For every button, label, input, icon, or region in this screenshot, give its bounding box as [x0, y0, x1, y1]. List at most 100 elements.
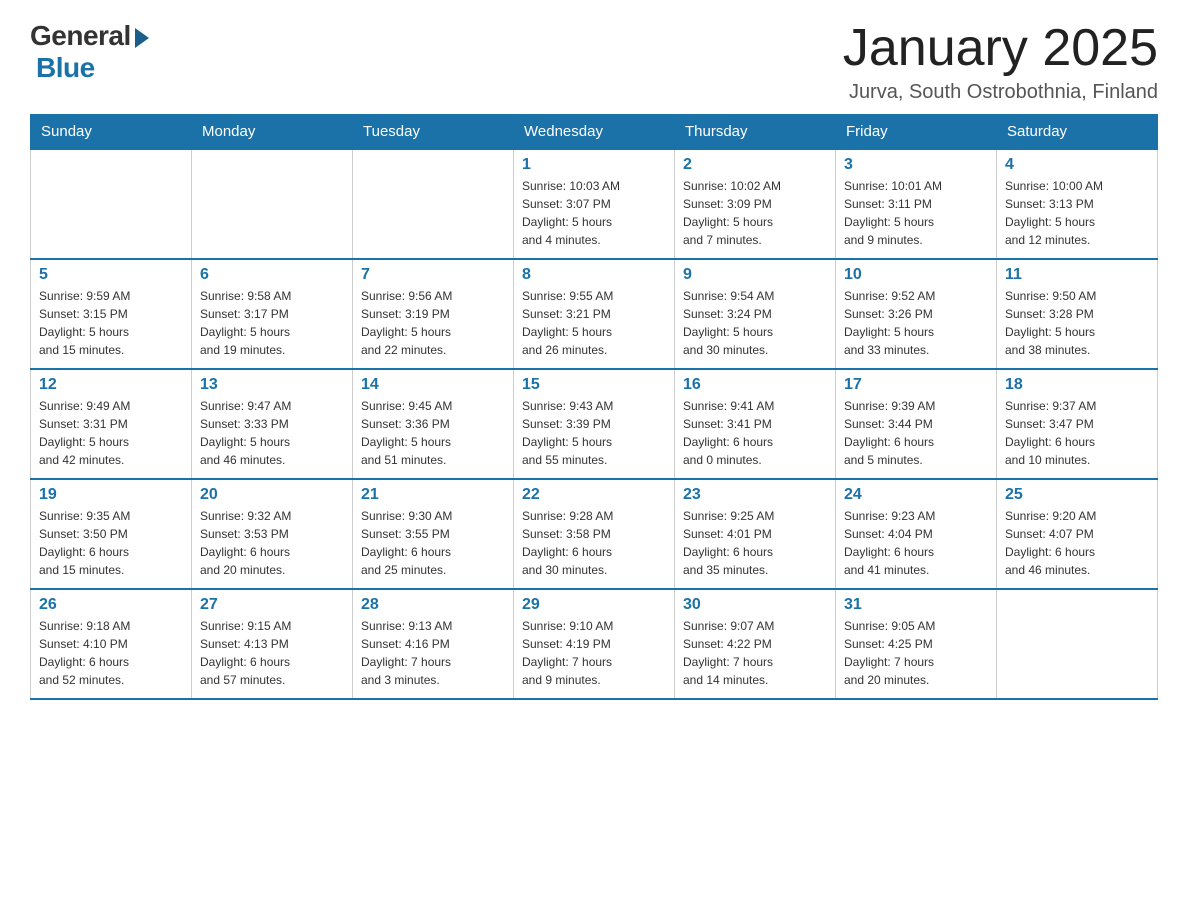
logo: General Blue — [30, 20, 149, 84]
table-row: 22 Sunrise: 9:28 AMSunset: 3:58 PMDayligh… — [514, 479, 675, 589]
calendar-table: Sunday Monday Tuesday Wednesday Thursday… — [30, 114, 1158, 700]
table-row: 16Sunrise: 9:41 AMSunset: 3:41 PMDayligh… — [675, 369, 836, 479]
day-info: Sunrise: 9:41 AMSunset: 3:41 PMDaylight:… — [683, 397, 827, 469]
table-row: 29 Sunrise: 9:10 AMSunset: 4:19 PMDayligh… — [514, 589, 675, 699]
calendar-week-1: 1Sunrise: 10:03 AMSunset: 3:07 PMDayligh… — [31, 149, 1158, 259]
day-info: Sunrise: 9:05 AMSunset: 4:25 PMDaylight:… — [844, 617, 988, 689]
col-saturday: Saturday — [997, 115, 1158, 150]
col-sunday: Sunday — [31, 115, 192, 150]
table-row: 25Sunrise: 9:20 AMSunset: 4:07 PMDayligh… — [997, 479, 1158, 589]
table-row: 31 Sunrise: 9:05 AMSunset: 4:25 PMDayligh… — [836, 589, 997, 699]
day-number: 2 — [683, 156, 827, 174]
day-number: 8 — [522, 266, 666, 284]
day-number: 4 — [1005, 156, 1149, 174]
day-number: 6 — [200, 266, 344, 284]
calendar-week-2: 5 Sunrise: 9:59 AMSunset: 3:15 PMDaylight… — [31, 259, 1158, 369]
table-row: 20 Sunrise: 9:32 AMSunset: 3:53 PMDayligh… — [192, 479, 353, 589]
day-number: 27 — [200, 596, 344, 614]
day-number: 31 — [844, 596, 988, 614]
table-row: 2 Sunrise: 10:02 AMSunset: 3:09 PMDayligh… — [675, 149, 836, 259]
day-number: 5 — [39, 266, 183, 284]
day-number: 19 — [39, 486, 183, 504]
day-number: 7 — [361, 266, 505, 284]
day-info: Sunrise: 10:02 AMSunset: 3:09 PMDaylight… — [683, 177, 827, 249]
day-info: Sunrise: 10:01 AMSunset: 3:11 PMDaylight… — [844, 177, 988, 249]
day-number: 28 — [361, 596, 505, 614]
day-info: Sunrise: 9:32 AMSunset: 3:53 PMDaylight:… — [200, 507, 344, 579]
day-number: 30 — [683, 596, 827, 614]
table-row: 24Sunrise: 9:23 AMSunset: 4:04 PMDayligh… — [836, 479, 997, 589]
day-number: 26 — [39, 596, 183, 614]
day-info: Sunrise: 9:50 AMSunset: 3:28 PMDaylight:… — [1005, 287, 1149, 359]
day-info: Sunrise: 9:58 AMSunset: 3:17 PMDaylight:… — [200, 287, 344, 359]
table-row: 11Sunrise: 9:50 AMSunset: 3:28 PMDayligh… — [997, 259, 1158, 369]
location-title: Jurva, South Ostrobothnia, Finland — [843, 81, 1158, 104]
day-number: 14 — [361, 376, 505, 394]
day-number: 18 — [1005, 376, 1149, 394]
day-number: 22 — [522, 486, 666, 504]
day-number: 12 — [39, 376, 183, 394]
day-number: 25 — [1005, 486, 1149, 504]
table-row: 18 Sunrise: 9:37 AMSunset: 3:47 PMDayligh… — [997, 369, 1158, 479]
day-info: Sunrise: 9:10 AMSunset: 4:19 PMDaylight:… — [522, 617, 666, 689]
day-info: Sunrise: 9:49 AMSunset: 3:31 PMDaylight:… — [39, 397, 183, 469]
page-header: General Blue January 2025 Jurva, South O… — [30, 20, 1158, 104]
col-wednesday: Wednesday — [514, 115, 675, 150]
day-info: Sunrise: 9:30 AMSunset: 3:55 PMDaylight:… — [361, 507, 505, 579]
table-row: 8 Sunrise: 9:55 AMSunset: 3:21 PMDaylight… — [514, 259, 675, 369]
day-info: Sunrise: 9:35 AMSunset: 3:50 PMDaylight:… — [39, 507, 183, 579]
table-row: 4 Sunrise: 10:00 AMSunset: 3:13 PMDayligh… — [997, 149, 1158, 259]
calendar-header-row: Sunday Monday Tuesday Wednesday Thursday… — [31, 115, 1158, 150]
month-title: January 2025 — [843, 20, 1158, 77]
day-info: Sunrise: 9:55 AMSunset: 3:21 PMDaylight:… — [522, 287, 666, 359]
table-row: 30Sunrise: 9:07 AMSunset: 4:22 PMDayligh… — [675, 589, 836, 699]
table-row: 19 Sunrise: 9:35 AMSunset: 3:50 PMDayligh… — [31, 479, 192, 589]
day-info: Sunrise: 9:59 AMSunset: 3:15 PMDaylight:… — [39, 287, 183, 359]
table-row: 28 Sunrise: 9:13 AMSunset: 4:16 PMDayligh… — [353, 589, 514, 699]
day-number: 23 — [683, 486, 827, 504]
table-row: 13 Sunrise: 9:47 AMSunset: 3:33 PMDayligh… — [192, 369, 353, 479]
day-number: 20 — [200, 486, 344, 504]
table-row: 10Sunrise: 9:52 AMSunset: 3:26 PMDayligh… — [836, 259, 997, 369]
day-info: Sunrise: 10:03 AMSunset: 3:07 PMDaylight… — [522, 177, 666, 249]
table-row: 27 Sunrise: 9:15 AMSunset: 4:13 PMDayligh… — [192, 589, 353, 699]
day-number: 10 — [844, 266, 988, 284]
day-info: Sunrise: 9:25 AMSunset: 4:01 PMDaylight:… — [683, 507, 827, 579]
logo-arrow-icon — [135, 28, 149, 48]
day-info: Sunrise: 9:13 AMSunset: 4:16 PMDaylight:… — [361, 617, 505, 689]
day-info: Sunrise: 10:00 AMSunset: 3:13 PMDaylight… — [1005, 177, 1149, 249]
table-row: 26 Sunrise: 9:18 AMSunset: 4:10 PMDayligh… — [31, 589, 192, 699]
day-number: 29 — [522, 596, 666, 614]
title-block: January 2025 Jurva, South Ostrobothnia, … — [843, 20, 1158, 104]
day-number: 21 — [361, 486, 505, 504]
day-info: Sunrise: 9:23 AMSunset: 4:04 PMDaylight:… — [844, 507, 988, 579]
day-info: Sunrise: 9:28 AMSunset: 3:58 PMDaylight:… — [522, 507, 666, 579]
col-friday: Friday — [836, 115, 997, 150]
table-row: 12 Sunrise: 9:49 AMSunset: 3:31 PMDayligh… — [31, 369, 192, 479]
day-number: 9 — [683, 266, 827, 284]
col-monday: Monday — [192, 115, 353, 150]
table-row: 15Sunrise: 9:43 AMSunset: 3:39 PMDayligh… — [514, 369, 675, 479]
table-row — [997, 589, 1158, 699]
table-row — [353, 149, 514, 259]
day-info: Sunrise: 9:18 AMSunset: 4:10 PMDaylight:… — [39, 617, 183, 689]
table-row — [31, 149, 192, 259]
day-info: Sunrise: 9:39 AMSunset: 3:44 PMDaylight:… — [844, 397, 988, 469]
day-info: Sunrise: 9:43 AMSunset: 3:39 PMDaylight:… — [522, 397, 666, 469]
table-row: 5 Sunrise: 9:59 AMSunset: 3:15 PMDaylight… — [31, 259, 192, 369]
table-row: 1Sunrise: 10:03 AMSunset: 3:07 PMDayligh… — [514, 149, 675, 259]
calendar-week-5: 26 Sunrise: 9:18 AMSunset: 4:10 PMDayligh… — [31, 589, 1158, 699]
table-row: 17Sunrise: 9:39 AMSunset: 3:44 PMDayligh… — [836, 369, 997, 479]
logo-blue-text: Blue — [36, 52, 95, 84]
day-info: Sunrise: 9:47 AMSunset: 3:33 PMDaylight:… — [200, 397, 344, 469]
day-info: Sunrise: 9:15 AMSunset: 4:13 PMDaylight:… — [200, 617, 344, 689]
day-info: Sunrise: 9:54 AMSunset: 3:24 PMDaylight:… — [683, 287, 827, 359]
col-tuesday: Tuesday — [353, 115, 514, 150]
table-row: 23 Sunrise: 9:25 AMSunset: 4:01 PMDayligh… — [675, 479, 836, 589]
table-row: 21 Sunrise: 9:30 AMSunset: 3:55 PMDayligh… — [353, 479, 514, 589]
table-row: 6 Sunrise: 9:58 AMSunset: 3:17 PMDaylight… — [192, 259, 353, 369]
table-row: 7Sunrise: 9:56 AMSunset: 3:19 PMDaylight… — [353, 259, 514, 369]
day-info: Sunrise: 9:37 AMSunset: 3:47 PMDaylight:… — [1005, 397, 1149, 469]
day-number: 13 — [200, 376, 344, 394]
table-row — [192, 149, 353, 259]
